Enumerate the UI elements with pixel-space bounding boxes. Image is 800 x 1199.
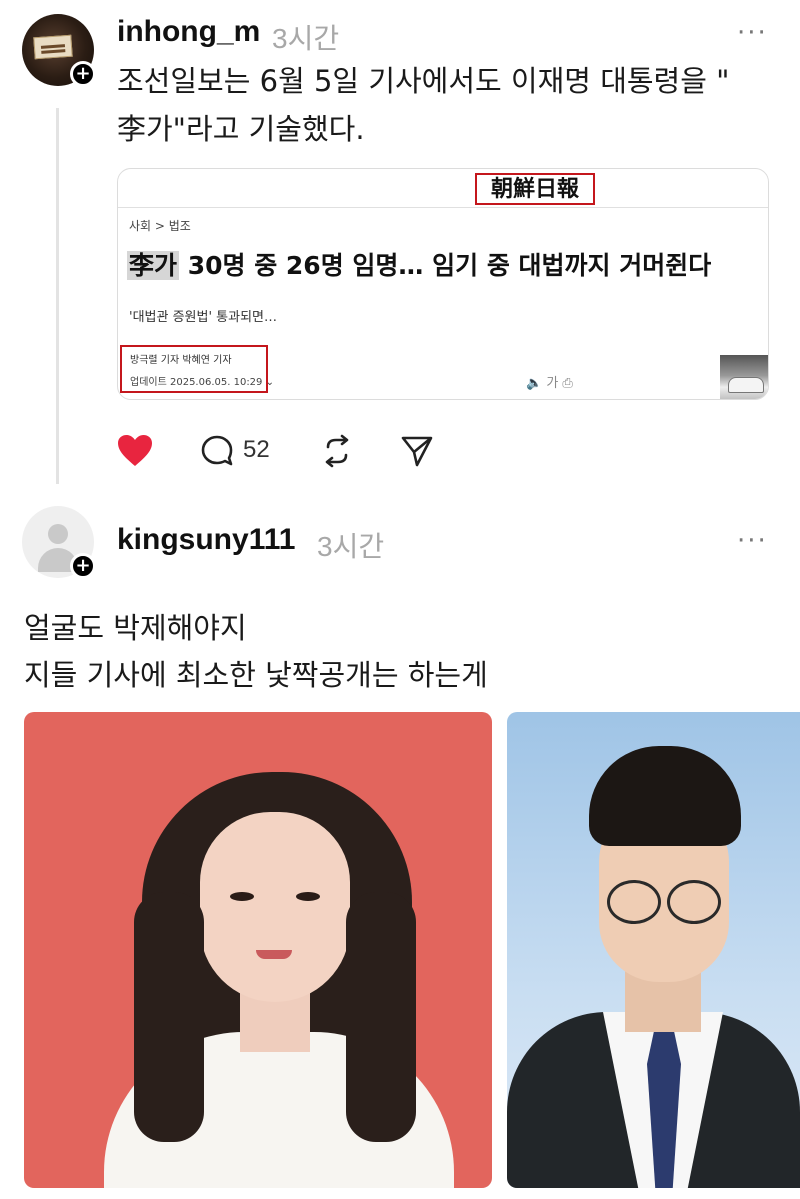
breadcrumb: 사회 > 법조 <box>129 219 191 233</box>
glasses <box>607 880 661 924</box>
hair <box>134 892 204 1142</box>
news-tools: 🔈 가 ⎙ <box>526 376 573 391</box>
comment-count: 52 <box>243 436 270 463</box>
heart-icon[interactable] <box>117 434 153 468</box>
repost-icon[interactable] <box>320 434 354 468</box>
news-screenshot[interactable]: 朝鮮日報 사회 > 법조 李가 30명 중 26명 임명… 임기 중 대법까지 … <box>117 168 769 400</box>
hair <box>346 892 416 1142</box>
follow-plus-icon[interactable]: + <box>70 61 96 87</box>
username[interactable]: kingsuny111 <box>117 523 295 557</box>
share-icon[interactable] <box>400 434 434 468</box>
avatar-image <box>33 34 73 60</box>
photo-reporter-woman[interactable] <box>24 712 492 1188</box>
photo-reporter-man[interactable] <box>507 712 800 1188</box>
eye <box>296 892 320 901</box>
post-text-line: 조선일보는 6월 5일 기사에서도 이재명 대통령을 " <box>117 64 730 98</box>
hair <box>589 746 741 846</box>
username[interactable]: inhong_m <box>117 15 260 49</box>
updated-time: 업데이트 2025.06.05. 10:29 ⌄ <box>130 377 274 388</box>
news-thumbnail <box>720 355 768 399</box>
follow-plus-icon[interactable]: + <box>70 553 96 579</box>
headline-highlight: 李가 <box>127 251 180 280</box>
newspaper-masthead: 朝鮮日報 <box>475 173 595 205</box>
post-text-line: 얼굴도 박제해야지 <box>24 611 247 645</box>
headline-text: 30명 중 26명 임명… 임기 중 대법까지 거머쥔다 <box>179 251 712 280</box>
post-time: 3시간 <box>317 531 385 562</box>
post-time: 3시간 <box>272 23 340 54</box>
glasses <box>667 880 721 924</box>
reporters: 방극렬 기자 박혜연 기자 <box>130 355 232 366</box>
more-icon[interactable]: ··· <box>737 526 768 556</box>
thread-line <box>56 108 59 484</box>
post-text-line: 李가"라고 기술했다. <box>117 112 365 146</box>
face <box>200 812 350 1002</box>
more-icon[interactable]: ··· <box>737 18 768 48</box>
post-text-line: 지들 기사에 최소한 낯짝공개는 하는게 <box>24 658 488 692</box>
comment-icon[interactable] <box>200 434 234 468</box>
eye <box>230 892 254 901</box>
default-avatar-head <box>48 524 68 544</box>
lips <box>256 950 292 959</box>
news-subheadline: '대법관 증원법' 통과되면… <box>129 310 278 325</box>
news-headline: 李가 30명 중 26명 임명… 임기 중 대법까지 거머쥔다 <box>127 246 711 282</box>
byline-box: 방극렬 기자 박혜연 기자 업데이트 2025.06.05. 10:29 ⌄ <box>120 345 274 393</box>
divider <box>118 207 768 208</box>
